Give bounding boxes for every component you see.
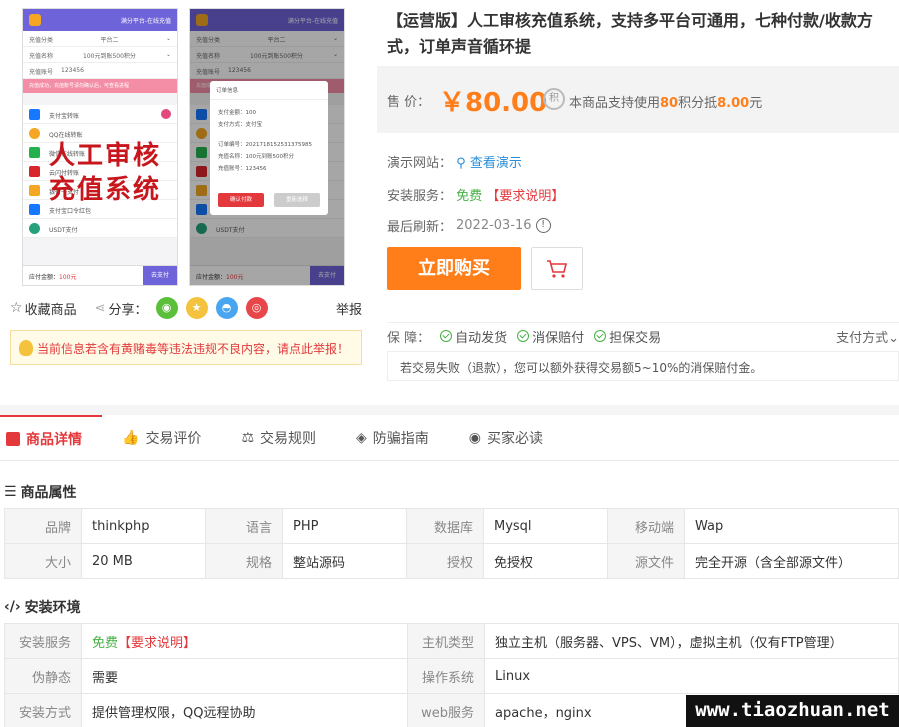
- tabs-separator: [0, 405, 899, 415]
- recharge-acct-row: 充值账号 123456: [23, 63, 177, 79]
- list-search-icon: ☰: [4, 484, 17, 500]
- qzone-star-icon[interactable]: ★: [185, 297, 208, 319]
- guarantee-escrow: 担保交易: [594, 327, 661, 346]
- attributes-title: ☰ 商品属性: [4, 484, 77, 501]
- check-icon: [440, 330, 453, 342]
- image-overlay-caption: 人工审核 充值系统: [49, 141, 162, 205]
- modal-cancel-button: 重新选择: [274, 193, 320, 207]
- target-icon: ◉: [468, 430, 481, 446]
- cart-icon: [547, 260, 568, 278]
- tab-product-detail[interactable]: 商品详情: [0, 415, 102, 461]
- add-to-cart-button[interactable]: [531, 247, 583, 290]
- thumbs-up-icon: 👍: [122, 430, 140, 446]
- tab-buyer-notes[interactable]: ◉ 买家必读: [463, 415, 563, 461]
- points-info: 本商品支持使用80积分抵8.00元: [569, 96, 763, 111]
- favorite-button[interactable]: ☆ 收藏商品: [10, 299, 77, 318]
- guarantee-section: 保 障： 自动发货 消保赔付 担保交易 支付方式⌄ 若交易失败（退款），您可以额…: [387, 322, 899, 382]
- shield-icon: ◈: [356, 430, 367, 446]
- tab-reviews[interactable]: 👍 交易评价: [116, 415, 221, 461]
- attributes-table: 品牌 thinkphp 语言 PHP 数据库 Mysql 移动端 Wap 大小 20 MB…: [4, 508, 899, 579]
- pay-method-6: USDT支付: [23, 219, 177, 238]
- environment-title: ‹/› 安装环境: [4, 599, 81, 616]
- table-row: 安装服务 免费【要求说明】 主机类型 独立主机（服务器、VPS、VM），虚拟主机…: [4, 623, 899, 659]
- price-label: 售 价：: [387, 95, 431, 110]
- detail-icon: [6, 432, 20, 446]
- share-icon: ⋖: [94, 300, 106, 316]
- app-logo-icon: [196, 14, 208, 26]
- site-watermark: www.tiaozhuan.net: [686, 695, 899, 727]
- phone-header: 满分平台-在线充值: [190, 9, 344, 31]
- modal-confirm-button: 确认付款: [218, 193, 264, 207]
- phone-header-title: 满分平台-在线充值: [120, 17, 171, 25]
- recharge-name-row: 充值名称 100元到账500积分 ⌄: [23, 47, 177, 63]
- points-icon: 积: [543, 88, 565, 110]
- price-value: ￥80.00: [439, 88, 548, 118]
- price-box: 售 价： ￥80.00 积 本商品支持使用80积分抵8.00元: [377, 66, 899, 133]
- demo-row: 演示网站： ⚲ 查看演示: [387, 156, 522, 171]
- product-image-secondary[interactable]: 满分平台-在线充值 充值分类 平台二 ⌄ 充值名称 100元到账500积分 ⌄ 充值账号…: [189, 8, 345, 286]
- weibo-icon[interactable]: ◎: [245, 297, 268, 319]
- scale-icon: ⚖: [241, 430, 254, 446]
- buy-now-button[interactable]: 立即购买: [387, 247, 521, 290]
- code-icon: ‹/›: [4, 599, 21, 615]
- product-title: 【运营版】人工审核充值系统，支持多平台可通用，七种付款/收款方式，订单声音循环提: [387, 11, 873, 56]
- share-group: ⋖ 分享： ◉ ★ ◓ ◎: [95, 297, 268, 319]
- pay-methods-dropdown[interactable]: 支付方式⌄: [836, 327, 899, 346]
- check-icon: [517, 330, 530, 342]
- lightbulb-icon: [19, 340, 33, 356]
- recharge-type-row: 充值分类 平台二 ⌄: [23, 31, 177, 47]
- install-note-link[interactable]: 【要求说明】: [118, 636, 196, 651]
- tab-rules[interactable]: ⚖ 交易规则: [235, 415, 336, 461]
- pay-method-0: 支付宝转账: [23, 105, 177, 124]
- product-image-main[interactable]: 满分平台-在线充值 充值分类 平台二 ⌄ 充值名称 100元到账500积分 ⌄ 充值账号…: [22, 8, 178, 286]
- install-row: 安装服务： 免费 【要求说明】: [387, 189, 565, 204]
- guarantee-compensation: 消保赔付: [517, 327, 584, 346]
- product-actions-bar: ☆ 收藏商品 ⋖ 分享： ◉ ★ ◓ ◎ 举报: [10, 297, 362, 319]
- modal-title: 订单信息: [210, 81, 328, 100]
- order-modal: 订单信息 支付金额：100 支付方式：支付宝 订单编号：202171815253…: [210, 81, 328, 215]
- star-outline-icon: ☆: [10, 300, 23, 316]
- phone-header: 满分平台-在线充值: [23, 9, 177, 31]
- chevron-down-icon: ⌄: [888, 330, 899, 346]
- qq-icon[interactable]: ◓: [215, 297, 238, 319]
- table-row: 品牌 thinkphp 语言 PHP 数据库 Mysql 移动端 Wap: [4, 508, 899, 544]
- demo-link[interactable]: ⚲ 查看演示: [456, 156, 522, 171]
- guarantee-desc: 若交易失败（退款），您可以额外获得交易额5~10%的消保赔付金。: [387, 351, 899, 381]
- wechat-icon[interactable]: ◉: [155, 297, 178, 319]
- app-logo-icon: [29, 14, 41, 26]
- table-row: 伪静态 需要 操作系统 Linux: [4, 658, 899, 694]
- detail-tabs: 商品详情 👍 交易评价 ⚖ 交易规则 ◈ 防骗指南 ◉ 买家必读: [0, 415, 899, 461]
- check-icon: [594, 330, 607, 342]
- phone-pink-notice: 充值成功，充值账号请勿确认后，可查看进程: [23, 79, 177, 93]
- tab-anti-fraud[interactable]: ◈ 防骗指南: [350, 415, 449, 461]
- table-row: 大小 20 MB 规格 整站源码 授权 免授权 源文件 完全开源（含全部源文件）: [4, 543, 899, 579]
- refresh-row: 最后刷新： 2022-03-16 !: [387, 216, 551, 235]
- report-notice[interactable]: 当前信息若含有黄赌毒等违法违规不良内容，请点此举报！: [10, 330, 362, 365]
- phone-footer: 应付金额：100元 去支付: [23, 265, 177, 285]
- report-link[interactable]: 举报: [336, 299, 362, 318]
- install-note-link[interactable]: 【要求说明】: [486, 189, 564, 204]
- guarantee-auto-delivery: 自动发货: [440, 327, 507, 346]
- search-icon: ⚲: [456, 156, 466, 171]
- info-circle-icon[interactable]: !: [535, 218, 551, 233]
